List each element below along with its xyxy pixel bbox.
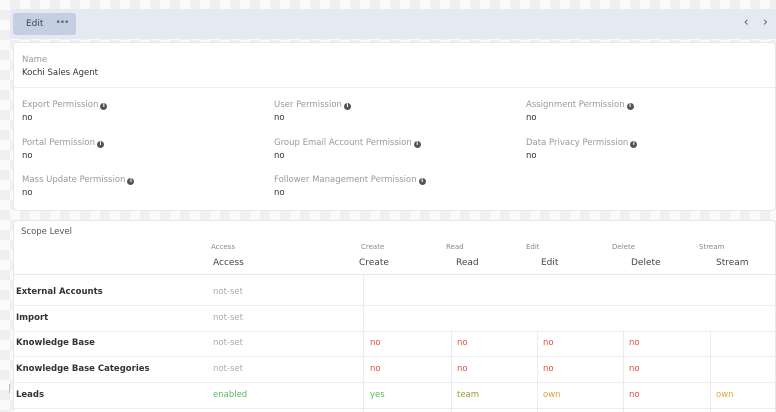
info-icon[interactable]: i [626, 103, 634, 110]
row-label-knowledge-base: Knowledge Base [16, 338, 95, 348]
details-divider [14, 87, 775, 88]
access-select-external-accounts[interactable]: not-set [213, 287, 243, 297]
name-value: Kochi Sales Agent [22, 68, 98, 78]
read-select-knowledge-base-categories[interactable]: no [457, 364, 468, 374]
info-icon[interactable]: i [100, 103, 108, 110]
edit-select-leads[interactable]: own [543, 390, 561, 400]
name-label: Name [22, 55, 48, 65]
assignment-permission-field: Assignment Permission i no [526, 100, 634, 124]
mass-update-permission-label: Mass Update Permission [22, 175, 126, 185]
create-select-leads[interactable]: yes [370, 390, 385, 400]
export-permission-value: no [22, 113, 33, 123]
access-select-import[interactable]: not-set [213, 313, 243, 323]
assignment-permission-value: no [526, 113, 537, 123]
text-cursor-marker [9, 384, 10, 393]
delete-select-knowledge-base-categories[interactable]: no [629, 364, 640, 374]
data-privacy-permission-field: Data Privacy Permission i no [526, 138, 638, 162]
name-field: Name Kochi Sales Agent [22, 55, 98, 79]
row-divider [14, 356, 775, 357]
row-divider [14, 408, 775, 409]
action-button-group: Edit ••• [13, 13, 77, 35]
assignment-permission-label: Assignment Permission [526, 100, 625, 110]
column-separator [710, 331, 711, 412]
info-icon[interactable]: i [413, 141, 421, 148]
column-header-access: Access [213, 258, 244, 268]
header-create-cut: Create [361, 243, 385, 249]
access-select-knowledge-base-categories[interactable]: not-set [213, 364, 243, 374]
column-header-create: Create [359, 258, 389, 268]
header-edit-cut: Edit [526, 243, 540, 249]
row-label-leads: Leads [16, 390, 45, 400]
column-header-stream: Stream [716, 258, 749, 268]
header-stream-cut: Stream [699, 243, 725, 249]
scope-level-title: Scope Level [21, 227, 73, 237]
column-separator [363, 275, 364, 412]
create-select-knowledge-base[interactable]: no [370, 338, 381, 348]
row-divider [14, 382, 775, 383]
follower-management-permission-label: Follower Management Permission [274, 175, 417, 185]
data-privacy-permission-value: no [526, 151, 537, 161]
column-separator [537, 331, 538, 412]
create-select-knowledge-base-categories[interactable]: no [370, 364, 381, 374]
scope-level-panel: Scope Level Access Create Read Edit Dele… [13, 220, 776, 412]
read-select-knowledge-base[interactable]: no [457, 338, 468, 348]
details-panel: Name Kochi Sales Agent Export Permission… [13, 42, 776, 211]
mass-update-permission-value: no [22, 188, 33, 198]
portal-permission-label: Portal Permission [22, 138, 95, 148]
delete-select-knowledge-base[interactable]: no [629, 338, 640, 348]
header-divider [14, 274, 775, 275]
previous-record-button[interactable]: ‹ [744, 15, 749, 31]
access-select-knowledge-base[interactable]: not-set [213, 338, 243, 348]
group-email-account-permission-field: Group Email Account Permission i no [274, 138, 421, 162]
info-icon[interactable]: i [343, 103, 351, 110]
edit-select-knowledge-base[interactable]: no [543, 338, 554, 348]
user-permission-field: User Permission i no [274, 100, 351, 124]
row-label-external-accounts: External Accounts [16, 287, 103, 297]
header-access-cut: Access [211, 243, 235, 249]
edit-select-knowledge-base-categories[interactable]: no [543, 364, 554, 374]
export-permission-field: Export Permission i no [22, 100, 108, 124]
row-label-knowledge-base-categories: Knowledge Base Categories [16, 364, 150, 374]
header-read-cut: Read [446, 243, 464, 249]
edit-button[interactable]: Edit [13, 13, 53, 35]
record-toolbar: Edit ••• ‹ › [10, 9, 776, 39]
row-divider [14, 331, 775, 332]
next-record-button[interactable]: › [763, 15, 768, 31]
info-icon[interactable]: i [630, 141, 638, 148]
access-select-leads[interactable]: enabled [213, 390, 247, 400]
read-select-leads[interactable]: team [457, 390, 479, 400]
column-header-edit: Edit [541, 258, 559, 268]
column-header-read: Read [456, 258, 479, 268]
portal-permission-field: Portal Permission i no [22, 138, 104, 162]
info-icon[interactable]: i [96, 141, 104, 148]
column-separator [623, 331, 624, 412]
group-email-account-permission-label: Group Email Account Permission [274, 138, 412, 148]
info-icon[interactable]: i [127, 178, 135, 185]
more-actions-button[interactable]: ••• [53, 13, 76, 35]
user-permission-label: User Permission [274, 100, 342, 110]
delete-select-leads[interactable]: no [629, 390, 640, 400]
column-separator [451, 331, 452, 412]
stream-select-leads[interactable]: own [716, 390, 734, 400]
header-delete-cut: Delete [612, 243, 635, 249]
column-header-delete: Delete [631, 258, 661, 268]
mass-update-permission-field: Mass Update Permission i no [22, 175, 135, 199]
follower-management-permission-field: Follower Management Permission i no [274, 175, 426, 199]
row-label-import: Import [16, 313, 49, 323]
row-divider [14, 305, 775, 306]
group-email-account-permission-value: no [274, 151, 285, 161]
info-icon[interactable]: i [418, 178, 426, 185]
record-navigation: ‹ › [744, 15, 768, 31]
export-permission-label: Export Permission [22, 100, 99, 110]
follower-management-permission-value: no [274, 188, 285, 198]
user-permission-value: no [274, 113, 285, 123]
data-privacy-permission-label: Data Privacy Permission [526, 138, 629, 148]
portal-permission-value: no [22, 151, 33, 161]
